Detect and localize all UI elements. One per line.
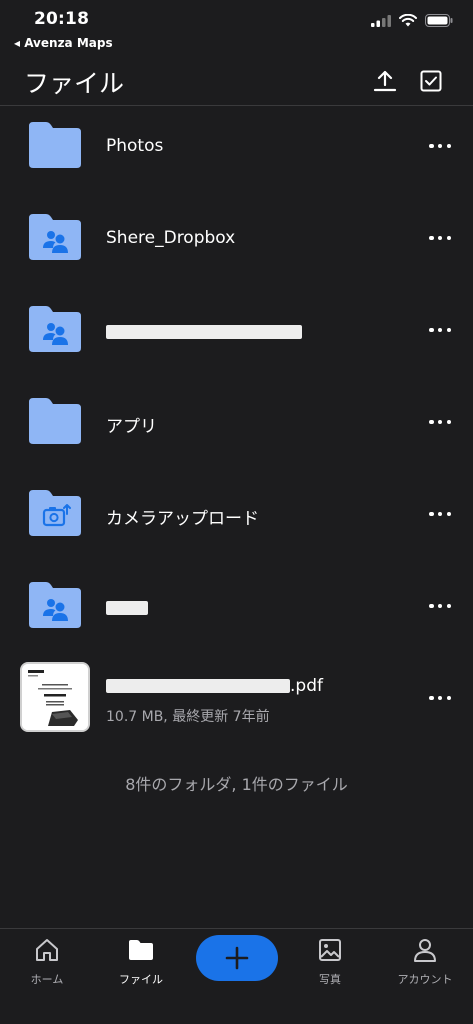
item-name-redacted bbox=[106, 598, 148, 618]
folder-icon bbox=[29, 398, 81, 444]
wifi-icon bbox=[399, 14, 417, 27]
upload-icon bbox=[373, 70, 397, 92]
back-to-app-link[interactable]: ◂ Avenza Maps bbox=[14, 36, 113, 50]
item-name: アプリ bbox=[106, 417, 157, 437]
photo-icon bbox=[319, 939, 341, 961]
more-options-button[interactable] bbox=[429, 416, 451, 428]
select-button[interactable] bbox=[416, 66, 446, 96]
tab-label: ファイル bbox=[119, 973, 163, 986]
pdf-thumbnail bbox=[20, 662, 90, 732]
plus-icon bbox=[225, 946, 249, 970]
folder-icon bbox=[29, 122, 81, 168]
file-detail: 10.7 MB, 最終更新 7年前 bbox=[106, 709, 270, 725]
more-options-button[interactable] bbox=[429, 692, 451, 704]
upload-button[interactable] bbox=[370, 66, 400, 96]
shared-folder-icon bbox=[29, 214, 81, 260]
list-item[interactable] bbox=[0, 284, 473, 376]
home-icon bbox=[36, 939, 58, 961]
status-time: 20:18 bbox=[34, 9, 90, 29]
shared-folder-icon bbox=[29, 306, 81, 352]
battery-icon bbox=[425, 14, 453, 27]
more-options-button[interactable] bbox=[429, 324, 451, 336]
folder-icon bbox=[129, 940, 153, 960]
tab-label: アカウント bbox=[397, 973, 453, 986]
tab-label: 写真 bbox=[319, 973, 341, 986]
list-item[interactable]: アプリ bbox=[0, 376, 473, 468]
list-item[interactable]: Photos bbox=[0, 100, 473, 192]
tab-label: ホーム bbox=[30, 973, 64, 986]
list-item[interactable] bbox=[0, 560, 473, 652]
status-icons bbox=[371, 14, 453, 27]
more-options-button[interactable] bbox=[429, 232, 451, 244]
list-item[interactable]: Shere_Dropbox bbox=[0, 192, 473, 284]
item-name-redacted bbox=[106, 322, 302, 342]
item-count-summary: 8件のフォルダ, 1件のファイル bbox=[125, 775, 348, 794]
file-list: Photos Shere_Dropbox アプリ カメラアップロード .pdf … bbox=[0, 100, 473, 744]
item-name: Shere_Dropbox bbox=[106, 228, 236, 248]
list-item[interactable]: カメラアップロード bbox=[0, 468, 473, 560]
cellular-signal-icon bbox=[371, 14, 391, 27]
shared-folder-icon bbox=[29, 582, 81, 628]
tab-account[interactable]: アカウント bbox=[380, 937, 470, 987]
page-title: ファイル bbox=[24, 69, 125, 98]
camera-upload-folder-icon bbox=[29, 490, 81, 536]
tab-photos[interactable]: 写真 bbox=[285, 937, 375, 987]
checkbox-icon bbox=[420, 70, 442, 92]
navigation-bar: ファイル bbox=[0, 56, 473, 106]
more-options-button[interactable] bbox=[429, 508, 451, 520]
person-icon bbox=[414, 939, 436, 962]
more-options-button[interactable] bbox=[429, 600, 451, 612]
item-name: Photos bbox=[106, 136, 164, 156]
item-name: .pdf bbox=[106, 676, 323, 696]
document-preview-icon bbox=[22, 664, 88, 730]
file-extension: .pdf bbox=[290, 676, 323, 696]
tab-home[interactable]: ホーム bbox=[2, 937, 92, 987]
tab-files[interactable]: ファイル bbox=[96, 937, 186, 987]
more-options-button[interactable] bbox=[429, 140, 451, 152]
status-bar: 20:18 ◂ Avenza Maps bbox=[0, 0, 473, 56]
item-name: カメラアップロード bbox=[106, 509, 259, 529]
add-button[interactable] bbox=[196, 935, 278, 981]
